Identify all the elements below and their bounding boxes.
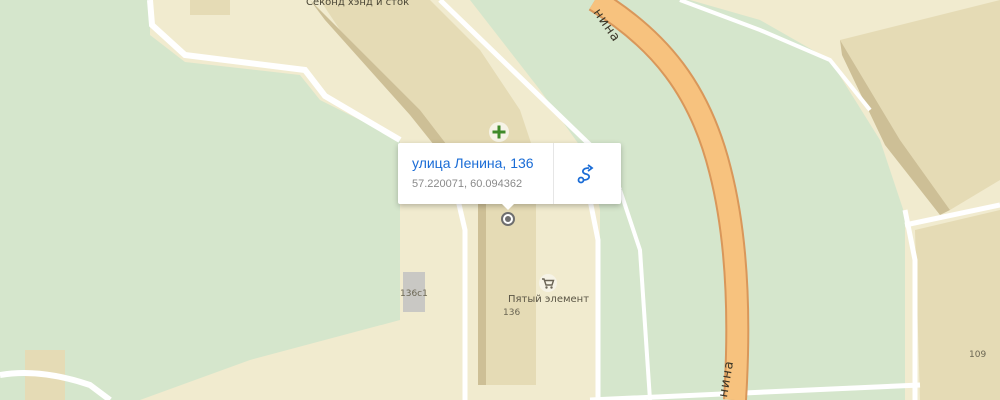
- building-109: [915, 210, 1000, 400]
- building-136: [478, 200, 536, 385]
- poi-label-second-hand[interactable]: Секонд хэнд и сток: [306, 0, 409, 8]
- popup-coordinates: 57.220071, 60.094362: [412, 178, 523, 190]
- address-popup[interactable]: улица Ленина, 136 57.220071, 60.094362: [398, 143, 621, 210]
- route-button[interactable]: [554, 143, 621, 204]
- house-number-136c1: 136с1: [400, 289, 428, 299]
- plus-icon[interactable]: [488, 121, 510, 143]
- shop-label[interactable]: Пятый элемент: [508, 294, 589, 305]
- cart-icon[interactable]: [538, 273, 558, 293]
- route-icon: [577, 164, 594, 184]
- house-number-136: 136: [503, 308, 521, 318]
- popup-address-title[interactable]: улица Ленина, 136: [412, 155, 534, 171]
- house-number-109: 109: [969, 350, 987, 360]
- map-canvas[interactable]: Секонд хэнд и сток нина нина 136с1 Пятый…: [0, 0, 1000, 400]
- location-dot-icon[interactable]: [500, 211, 516, 227]
